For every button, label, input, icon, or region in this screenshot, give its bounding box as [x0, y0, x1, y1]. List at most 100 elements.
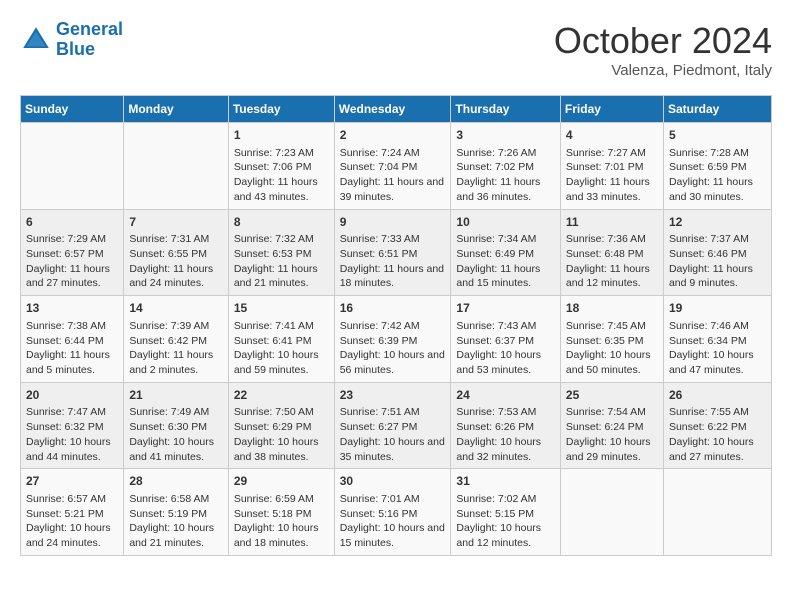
logo-text: General Blue — [56, 20, 123, 60]
day-number: 20 — [26, 387, 118, 404]
calendar-cell: 25Sunrise: 7:54 AM Sunset: 6:24 PM Dayli… — [560, 382, 663, 469]
day-number: 7 — [129, 214, 222, 231]
day-content: Sunrise: 7:01 AM Sunset: 5:16 PM Dayligh… — [340, 492, 446, 551]
day-content: Sunrise: 7:45 AM Sunset: 6:35 PM Dayligh… — [566, 319, 658, 378]
day-content: Sunrise: 7:24 AM Sunset: 7:04 PM Dayligh… — [340, 146, 446, 205]
calendar-cell: 20Sunrise: 7:47 AM Sunset: 6:32 PM Dayli… — [21, 382, 124, 469]
calendar-cell: 8Sunrise: 7:32 AM Sunset: 6:53 PM Daylig… — [228, 209, 334, 296]
calendar-cell: 14Sunrise: 7:39 AM Sunset: 6:42 PM Dayli… — [124, 296, 228, 383]
page-header: General Blue October 2024 Valenza, Piedm… — [20, 20, 772, 79]
calendar-cell: 11Sunrise: 7:36 AM Sunset: 6:48 PM Dayli… — [560, 209, 663, 296]
calendar-week-row: 6Sunrise: 7:29 AM Sunset: 6:57 PM Daylig… — [21, 209, 772, 296]
location-subtitle: Valenza, Piedmont, Italy — [554, 62, 772, 79]
day-content: Sunrise: 7:53 AM Sunset: 6:26 PM Dayligh… — [456, 405, 555, 464]
day-number: 26 — [669, 387, 766, 404]
calendar-cell: 3 Sunrise: 7:26 AM Sunset: 7:02 PM Daylig… — [451, 123, 561, 210]
logo-icon — [20, 24, 52, 56]
day-number: 22 — [234, 387, 329, 404]
calendar-cell — [560, 469, 663, 556]
calendar-cell: 21Sunrise: 7:49 AM Sunset: 6:30 PM Dayli… — [124, 382, 228, 469]
day-content: Sunrise: 7:34 AM Sunset: 6:49 PM Dayligh… — [456, 232, 555, 291]
day-content: Sunrise: 6:58 AM Sunset: 5:19 PM Dayligh… — [129, 492, 222, 551]
calendar-cell: 10Sunrise: 7:34 AM Sunset: 6:49 PM Dayli… — [451, 209, 561, 296]
day-content: Sunrise: 7:49 AM Sunset: 6:30 PM Dayligh… — [129, 405, 222, 464]
day-number: 12 — [669, 214, 766, 231]
calendar-cell: 12Sunrise: 7:37 AM Sunset: 6:46 PM Dayli… — [663, 209, 771, 296]
calendar-cell: 1 Sunrise: 7:23 AM Sunset: 7:06 PM Daylig… — [228, 123, 334, 210]
calendar-cell: 31 Sunrise: 7:02 AM Sunset: 5:15 PM Dayli… — [451, 469, 561, 556]
day-header-sunday: Sunday — [21, 96, 124, 123]
day-content: Sunrise: 7:43 AM Sunset: 6:37 PM Dayligh… — [456, 319, 555, 378]
calendar-table: SundayMondayTuesdayWednesdayThursdayFrid… — [20, 95, 772, 556]
day-header-monday: Monday — [124, 96, 228, 123]
calendar-week-row: 27 Sunrise: 6:57 AM Sunset: 5:21 PM Dayli… — [21, 469, 772, 556]
day-content: Sunrise: 7:38 AM Sunset: 6:44 PM Dayligh… — [26, 319, 118, 378]
day-number: 31 — [456, 473, 555, 490]
day-number: 27 — [26, 473, 118, 490]
calendar-cell: 2 Sunrise: 7:24 AM Sunset: 7:04 PM Daylig… — [334, 123, 451, 210]
calendar-cell: 5 Sunrise: 7:28 AM Sunset: 6:59 PM Daylig… — [663, 123, 771, 210]
day-number: 10 — [456, 214, 555, 231]
day-content: Sunrise: 7:33 AM Sunset: 6:51 PM Dayligh… — [340, 232, 446, 291]
day-number: 5 — [669, 127, 766, 144]
day-number: 3 — [456, 127, 555, 144]
day-number: 24 — [456, 387, 555, 404]
logo-line2: Blue — [56, 39, 95, 59]
day-number: 15 — [234, 300, 329, 317]
calendar-week-row: 13Sunrise: 7:38 AM Sunset: 6:44 PM Dayli… — [21, 296, 772, 383]
calendar-cell: 30 Sunrise: 7:01 AM Sunset: 5:16 PM Dayli… — [334, 469, 451, 556]
day-number: 19 — [669, 300, 766, 317]
day-content: Sunrise: 7:51 AM Sunset: 6:27 PM Dayligh… — [340, 405, 446, 464]
day-header-friday: Friday — [560, 96, 663, 123]
day-content: Sunrise: 7:50 AM Sunset: 6:29 PM Dayligh… — [234, 405, 329, 464]
day-content: Sunrise: 7:26 AM Sunset: 7:02 PM Dayligh… — [456, 146, 555, 205]
day-content: Sunrise: 7:41 AM Sunset: 6:41 PM Dayligh… — [234, 319, 329, 378]
day-content: Sunrise: 7:02 AM Sunset: 5:15 PM Dayligh… — [456, 492, 555, 551]
calendar-cell — [124, 123, 228, 210]
day-number: 21 — [129, 387, 222, 404]
day-content: Sunrise: 7:42 AM Sunset: 6:39 PM Dayligh… — [340, 319, 446, 378]
day-content: Sunrise: 6:59 AM Sunset: 5:18 PM Dayligh… — [234, 492, 329, 551]
day-number: 18 — [566, 300, 658, 317]
logo: General Blue — [20, 20, 123, 60]
day-header-thursday: Thursday — [451, 96, 561, 123]
day-number: 2 — [340, 127, 446, 144]
calendar-cell: 18 Sunrise: 7:45 AM Sunset: 6:35 PM Dayli… — [560, 296, 663, 383]
calendar-week-row: 1 Sunrise: 7:23 AM Sunset: 7:06 PM Daylig… — [21, 123, 772, 210]
day-number: 1 — [234, 127, 329, 144]
calendar-cell: 24Sunrise: 7:53 AM Sunset: 6:26 PM Dayli… — [451, 382, 561, 469]
day-number: 25 — [566, 387, 658, 404]
day-number: 17 — [456, 300, 555, 317]
day-number: 23 — [340, 387, 446, 404]
calendar-week-row: 20Sunrise: 7:47 AM Sunset: 6:32 PM Dayli… — [21, 382, 772, 469]
calendar-cell — [21, 123, 124, 210]
day-content: Sunrise: 7:23 AM Sunset: 7:06 PM Dayligh… — [234, 146, 329, 205]
month-title: October 2024 — [554, 20, 772, 62]
calendar-cell: 9Sunrise: 7:33 AM Sunset: 6:51 PM Daylig… — [334, 209, 451, 296]
calendar-cell: 19Sunrise: 7:46 AM Sunset: 6:34 PM Dayli… — [663, 296, 771, 383]
day-content: Sunrise: 7:27 AM Sunset: 7:01 PM Dayligh… — [566, 146, 658, 205]
calendar-cell: 6Sunrise: 7:29 AM Sunset: 6:57 PM Daylig… — [21, 209, 124, 296]
day-content: Sunrise: 7:28 AM Sunset: 6:59 PM Dayligh… — [669, 146, 766, 205]
calendar-cell: 28Sunrise: 6:58 AM Sunset: 5:19 PM Dayli… — [124, 469, 228, 556]
day-number: 16 — [340, 300, 446, 317]
day-content: Sunrise: 7:47 AM Sunset: 6:32 PM Dayligh… — [26, 405, 118, 464]
logo-line1: General — [56, 19, 123, 39]
day-content: Sunrise: 6:57 AM Sunset: 5:21 PM Dayligh… — [26, 492, 118, 551]
calendar-cell — [663, 469, 771, 556]
day-number: 30 — [340, 473, 446, 490]
day-header-tuesday: Tuesday — [228, 96, 334, 123]
day-content: Sunrise: 7:31 AM Sunset: 6:55 PM Dayligh… — [129, 232, 222, 291]
day-number: 8 — [234, 214, 329, 231]
title-block: October 2024 Valenza, Piedmont, Italy — [554, 20, 772, 79]
day-header-saturday: Saturday — [663, 96, 771, 123]
day-content: Sunrise: 7:39 AM Sunset: 6:42 PM Dayligh… — [129, 319, 222, 378]
calendar-cell: 16 Sunrise: 7:42 AM Sunset: 6:39 PM Dayli… — [334, 296, 451, 383]
calendar-cell: 15 Sunrise: 7:41 AM Sunset: 6:41 PM Dayli… — [228, 296, 334, 383]
day-number: 6 — [26, 214, 118, 231]
day-header-wednesday: Wednesday — [334, 96, 451, 123]
calendar-cell: 17 Sunrise: 7:43 AM Sunset: 6:37 PM Dayli… — [451, 296, 561, 383]
calendar-cell: 27 Sunrise: 6:57 AM Sunset: 5:21 PM Dayli… — [21, 469, 124, 556]
day-number: 4 — [566, 127, 658, 144]
calendar-cell: 26Sunrise: 7:55 AM Sunset: 6:22 PM Dayli… — [663, 382, 771, 469]
